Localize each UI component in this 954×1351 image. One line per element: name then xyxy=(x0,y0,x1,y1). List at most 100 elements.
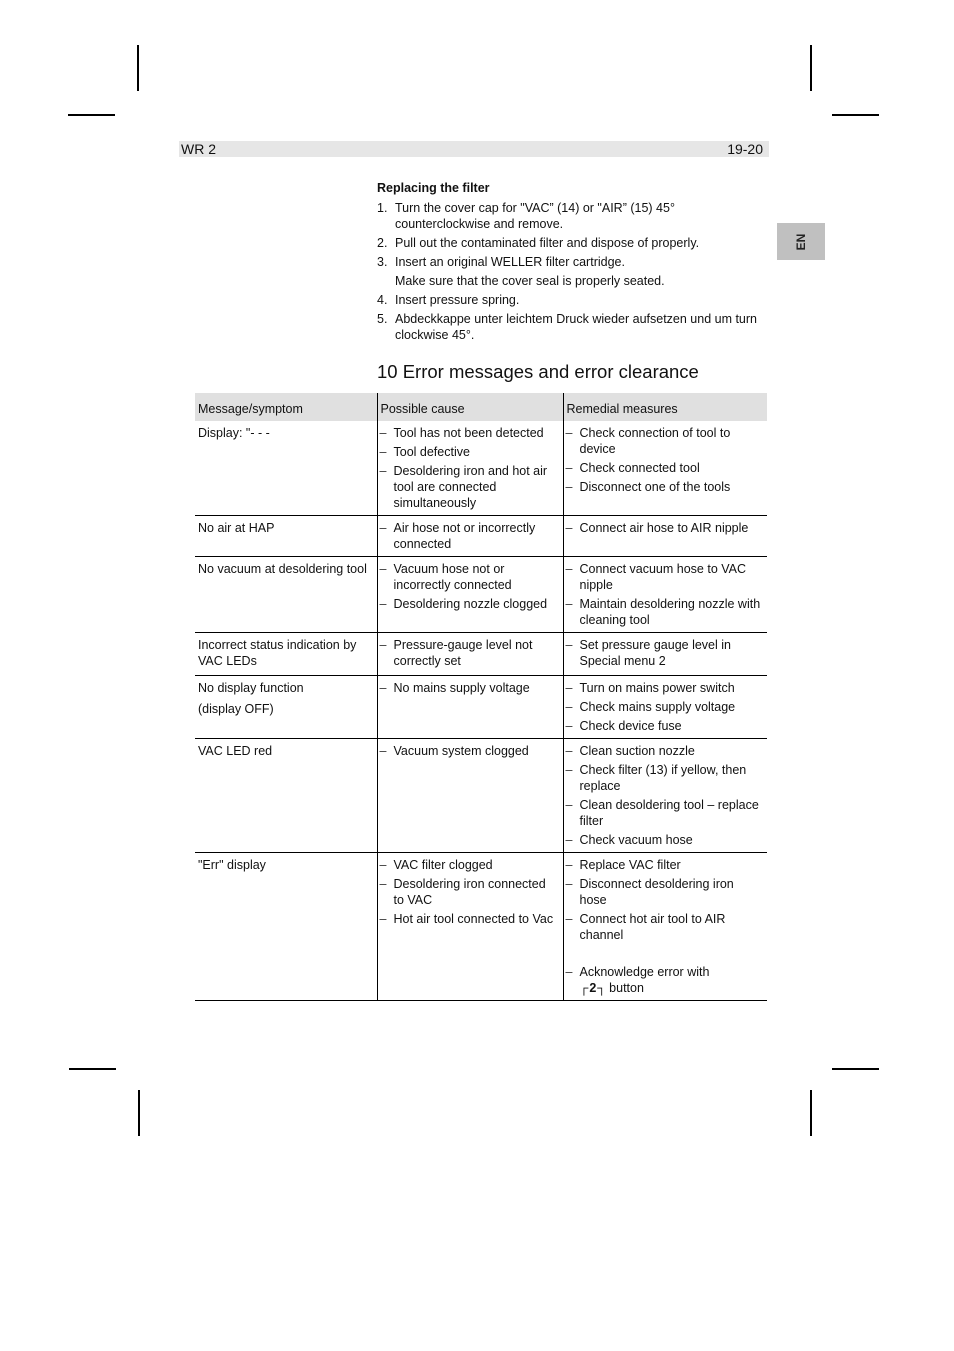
step-text: Insert an original WELLER filter cartrid… xyxy=(395,255,625,269)
acknowledge-list: Acknowledge error with ┌2┐button xyxy=(566,964,765,996)
measure-item: Check device fuse xyxy=(566,718,765,734)
measure-item: Connect vacuum hose to VAC nipple xyxy=(566,561,765,593)
cause-list: No mains supply voltage xyxy=(380,680,560,696)
cause-item: Pressure-gauge level not correctly set xyxy=(380,637,560,669)
measure-item: Maintain desoldering nozzle with cleanin… xyxy=(566,596,765,628)
measure-item: Turn on mains power switch xyxy=(566,680,765,696)
symptom-cell: No vacuum at desoldering tool xyxy=(195,556,377,633)
table-row: No display function (display OFF) No mains… xyxy=(195,675,767,739)
table-row: No vacuum at desoldering tool Vacuum hose… xyxy=(195,556,767,633)
cause-cell: No mains supply voltage xyxy=(376,675,563,739)
symptom-cell: No display function (display OFF) xyxy=(195,675,377,739)
column-header-cause: Possible cause xyxy=(376,393,563,421)
measure-item: Connect hot air tool to AIR channel xyxy=(566,911,765,943)
measure-item: Check vacuum hose xyxy=(566,832,765,848)
crop-mark-top-left-vertical xyxy=(137,45,139,91)
step-text: Turn the cover cap for "VAC” (14) or "AI… xyxy=(395,201,675,231)
cause-item: Tool defective xyxy=(380,444,560,460)
column-header-symptom: Message/symptom xyxy=(195,393,377,421)
cause-cell: Vacuum system clogged xyxy=(376,738,563,853)
measure-list: Check connection of tool to device Check … xyxy=(566,425,765,495)
cause-item: Air hose not or incorrectly connected xyxy=(380,520,560,552)
measure-list: Connect vacuum hose to VAC nippleMaintai… xyxy=(566,561,765,628)
language-tab: EN xyxy=(777,223,825,260)
step-item: 3. Insert an original WELLER filter cartr… xyxy=(377,254,757,270)
step-number: 5. xyxy=(377,312,388,326)
acknowledge-item: Acknowledge error with ┌2┐button xyxy=(566,964,765,996)
table-header-row: Message/symptom Possible cause Remedial … xyxy=(195,393,767,421)
step-text: Pull out the contaminated filter and dis… xyxy=(395,236,700,250)
symptom-cell: Incorrect status indication by VAC LEDs xyxy=(195,632,377,676)
measure-cell: Replace VAC filter Disconnect desoldering… xyxy=(562,852,767,1001)
symptom-text: Incorrect status indication by VAC LEDs xyxy=(198,638,357,668)
measure-item: Clean suction nozzle xyxy=(566,743,765,759)
page-number: 19-20 xyxy=(727,141,763,157)
table-row: VAC LED red Vacuum system clogged Clean su… xyxy=(195,738,767,853)
measure-list: Clean suction nozzle Check filter (13) if… xyxy=(566,743,765,848)
page-header: WR 2 19-20 xyxy=(179,141,769,157)
measure-item: Check mains supply voltage xyxy=(566,699,765,715)
measure-list: Set pressure gauge level in Special menu… xyxy=(566,637,765,669)
table-row: Display: "- - - Tool has not been detecte… xyxy=(195,421,767,516)
crop-mark-top-right-vertical xyxy=(810,45,812,91)
cause-cell: VAC filter clogged Desoldering iron conne… xyxy=(376,852,563,1001)
step-number: 4. xyxy=(377,293,388,307)
table-row: No air at HAP Air hose not or incorrectly… xyxy=(195,515,767,557)
cause-item: VAC filter clogged xyxy=(380,857,560,873)
table-row: "Err" display VAC filter clogged Desolderi… xyxy=(195,852,767,1001)
cause-list: Vacuum system clogged xyxy=(380,743,560,759)
measure-list: Turn on mains power switch Check mains su… xyxy=(566,680,765,734)
step-number: 3. xyxy=(377,255,388,269)
replacing-filter-section: Replacing the filter 1. Turn the cover ca… xyxy=(377,181,757,346)
cause-cell: Tool has not been detected Tool defective… xyxy=(376,421,563,516)
measure-item: Set pressure gauge level in Special menu… xyxy=(566,637,765,669)
step-text: Make sure that the cover seal is properl… xyxy=(395,274,665,288)
step-item: 1. Turn the cover cap for "VAC” (14) or "… xyxy=(377,200,757,232)
measure-cell: Turn on mains power switch Check mains su… xyxy=(562,675,767,739)
symptom-text: "Err" display xyxy=(198,858,266,872)
cause-item: Tool has not been detected xyxy=(380,425,560,441)
measure-item: Disconnect desoldering iron hose xyxy=(566,876,765,908)
cause-list: Pressure-gauge level not correctly set xyxy=(380,637,560,669)
steps-list: 1. Turn the cover cap for "VAC” (14) or "… xyxy=(377,200,757,343)
column-header-measures: Remedial measures xyxy=(562,393,767,421)
measure-item: Check connection of tool to device xyxy=(566,425,765,457)
symptom-text: No display function xyxy=(198,681,304,695)
section-heading: Replacing the filter xyxy=(377,181,490,195)
step-text: Abdeckkappe unter leichtem Druck wieder … xyxy=(395,312,757,342)
cause-item: No mains supply voltage xyxy=(380,680,560,696)
cause-list: Vacuum hose not or incorrectly connected… xyxy=(380,561,560,612)
measure-list: Replace VAC filter Disconnect desoldering… xyxy=(566,857,765,943)
cause-list: Air hose not or incorrectly connected xyxy=(380,520,560,552)
symptom-cell: No air at HAP xyxy=(195,515,377,557)
cause-list: VAC filter clogged Desoldering iron conne… xyxy=(380,857,560,927)
cause-item: Vacuum hose not or incorrectly connected xyxy=(380,561,560,593)
language-label: EN xyxy=(794,233,808,250)
symptom-cell: Display: "- - - xyxy=(195,421,377,516)
symptom-text: VAC LED red xyxy=(198,744,273,758)
crop-mark-bottom-right-horizontal xyxy=(832,1068,879,1070)
acknowledge-suffix: button xyxy=(609,981,644,995)
button-2-icon: ┌2┐ xyxy=(579,981,608,995)
model-name: WR 2 xyxy=(181,141,216,157)
cause-item: Hot air tool connected to Vac xyxy=(380,911,560,927)
measure-cell: Clean suction nozzle Check filter (13) if… xyxy=(562,738,767,853)
cause-item: Desoldering iron and hot air tool are co… xyxy=(380,463,560,511)
step-number: 2. xyxy=(377,236,388,250)
cause-cell: Air hose not or incorrectly connected xyxy=(376,515,563,557)
measure-list: Connect air hose to AIR nipple xyxy=(566,520,765,536)
measure-item: Clean desoldering tool – replace filter xyxy=(566,797,765,829)
measure-item: Connect air hose to AIR nipple xyxy=(566,520,765,536)
crop-mark-bottom-right-vertical xyxy=(810,1090,812,1136)
chapter-title: 10 Error messages and error clearance xyxy=(377,361,699,382)
measure-item: Check connected tool xyxy=(566,460,765,476)
symptom-text: No air at HAP xyxy=(198,521,275,535)
step-item: 4. Insert pressure spring. xyxy=(377,292,757,308)
cause-cell: Vacuum hose not or incorrectly connected… xyxy=(376,556,563,633)
error-table: Message/symptom Possible cause Remedial … xyxy=(195,393,767,1001)
table-row: Incorrect status indication by VAC LEDs P… xyxy=(195,632,767,676)
measure-cell: Connect air hose to AIR nipple xyxy=(562,515,767,557)
measure-item: Check filter (13) if yellow, then replac… xyxy=(566,762,765,794)
crop-mark-bottom-left-horizontal xyxy=(69,1068,116,1070)
